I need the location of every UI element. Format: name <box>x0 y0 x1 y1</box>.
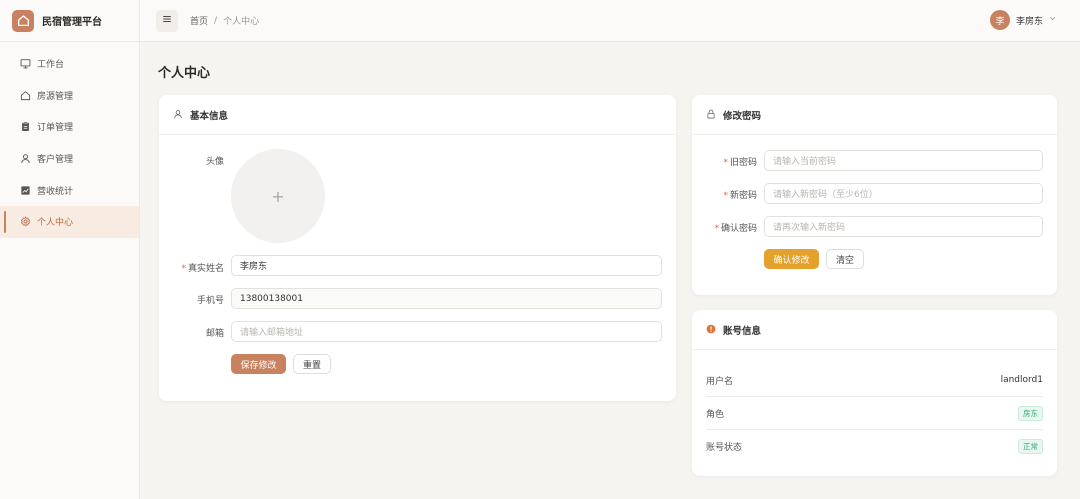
real-name-label: * 真实姓名 <box>181 261 224 274</box>
change-password-card: 修改密码 * 旧密码 请输入当前密码 * 新密码 请输入新密码（至少6位） * 确认密… <box>692 95 1057 295</box>
change-password-header: 修改密码 <box>692 95 1057 135</box>
sidebar-item-profile[interactable]: 个人中心 <box>0 205 139 238</box>
page-title: 个人中心 <box>158 66 211 81</box>
avatar: 李 <box>989 10 1010 30</box>
breadcrumb-separator: / <box>214 15 218 26</box>
new-password-label-text: 新密码 <box>729 191 757 201</box>
required-mark: * <box>723 191 728 201</box>
menu-toggle-button[interactable] <box>156 9 178 32</box>
email-label: 邮箱 <box>205 329 224 339</box>
role-tag: 房东 <box>1018 405 1043 421</box>
info-icon <box>706 324 717 335</box>
user-name: 李房东 <box>1015 16 1043 27</box>
confirm-password-label-text: 确认密码 <box>720 224 757 234</box>
chart-icon <box>20 185 31 196</box>
sidebar-item-properties[interactable]: 房源管理 <box>0 80 139 112</box>
clipboard-icon <box>20 121 31 132</box>
basic-info-title: 基本信息 <box>190 110 229 122</box>
status-badge: 正常 <box>1018 439 1043 454</box>
old-password-label-text: 旧密码 <box>729 158 757 168</box>
sidebar-item-label: 房源管理 <box>37 91 74 102</box>
sidebar-item-label: 订单管理 <box>37 123 74 134</box>
new-password-label: * 新密码 <box>723 188 757 201</box>
user-icon <box>173 109 184 120</box>
home-logo-icon <box>12 9 34 32</box>
sidebar: 民宿管理平台 工作台 房源管理 订单管理 客户管理 营收统计 个人中心 <box>0 0 140 499</box>
basic-info-header: 基本信息 <box>159 95 676 135</box>
plus-icon: + <box>271 186 285 206</box>
new-password-input[interactable]: 请输入新密码（至少6位） <box>764 183 1043 204</box>
account-row-role: 角色 房东 <box>706 397 1043 430</box>
sidebar-item-revenue[interactable]: 营收统计 <box>0 174 139 206</box>
user-menu[interactable]: 李 李房东 <box>989 10 1056 30</box>
clear-button[interactable]: 清空 <box>826 249 864 269</box>
old-password-label: * 旧密码 <box>723 155 757 168</box>
brand-title: 民宿管理平台 <box>42 17 102 28</box>
account-info-header: 账号信息 <box>692 310 1057 350</box>
required-mark: * <box>714 224 719 234</box>
sidebar-item-label: 工作台 <box>37 60 65 71</box>
sidebar-item-label: 客户管理 <box>37 155 74 166</box>
avatar-label: 头像 <box>205 157 224 167</box>
monitor-icon <box>20 58 31 69</box>
reset-button[interactable]: 重置 <box>293 354 331 374</box>
phone-input[interactable]: 13800138001 <box>231 288 662 309</box>
real-name-input[interactable]: 李房东 <box>231 255 662 276</box>
sidebar-item-customers[interactable]: 客户管理 <box>0 143 139 175</box>
top-header: 首页 / 个人中心 李 李房东 <box>140 0 1080 42</box>
breadcrumb-current: 个人中心 <box>223 17 260 27</box>
house-icon <box>20 90 31 101</box>
confirm-password-input[interactable]: 请再次输入新密码 <box>764 216 1043 237</box>
gear-icon <box>20 216 31 227</box>
chevron-down-icon <box>1049 15 1056 25</box>
account-key: 角色 <box>706 409 725 420</box>
account-row-username: 用户名 landlord1 <box>706 364 1043 397</box>
sidebar-item-label: 个人中心 <box>37 218 74 229</box>
user-icon <box>20 153 31 164</box>
sidebar-nav: 工作台 房源管理 订单管理 客户管理 营收统计 个人中心 <box>0 42 139 238</box>
sidebar-item-orders[interactable]: 订单管理 <box>0 111 139 143</box>
save-button[interactable]: 保存修改 <box>231 354 286 374</box>
username-value: landlord1 <box>1000 375 1043 385</box>
lock-icon <box>706 109 717 120</box>
avatar-upload[interactable]: + <box>231 149 325 243</box>
account-info-title: 账号信息 <box>723 325 762 337</box>
confirm-password-label: * 确认密码 <box>714 221 757 234</box>
account-key: 用户名 <box>706 376 734 387</box>
phone-label: 手机号 <box>196 296 224 306</box>
breadcrumb-home[interactable]: 首页 <box>190 14 208 27</box>
account-info-card: 账号信息 用户名 landlord1 角色 房东 账号状态 正常 <box>692 310 1057 476</box>
real-name-label-text: 真实姓名 <box>187 264 224 274</box>
breadcrumb: 首页 / 个人中心 <box>190 14 260 28</box>
hamburger-icon <box>162 14 172 27</box>
sidebar-item-label: 营收统计 <box>37 186 74 197</box>
required-mark: * <box>723 158 728 168</box>
account-row-status: 账号状态 正常 <box>706 430 1043 463</box>
basic-info-card: 基本信息 头像 + * 真实姓名 李房东 手机号 13800138001 邮箱 请… <box>159 95 676 401</box>
confirm-change-button[interactable]: 确认修改 <box>764 249 819 269</box>
account-key: 账号状态 <box>706 443 743 453</box>
brand[interactable]: 民宿管理平台 <box>0 0 139 42</box>
required-mark: * <box>181 264 186 274</box>
email-input[interactable]: 请输入邮箱地址 <box>231 321 662 342</box>
change-password-title: 修改密码 <box>723 110 762 122</box>
old-password-input[interactable]: 请输入当前密码 <box>764 150 1043 171</box>
sidebar-item-workbench[interactable]: 工作台 <box>0 48 139 80</box>
